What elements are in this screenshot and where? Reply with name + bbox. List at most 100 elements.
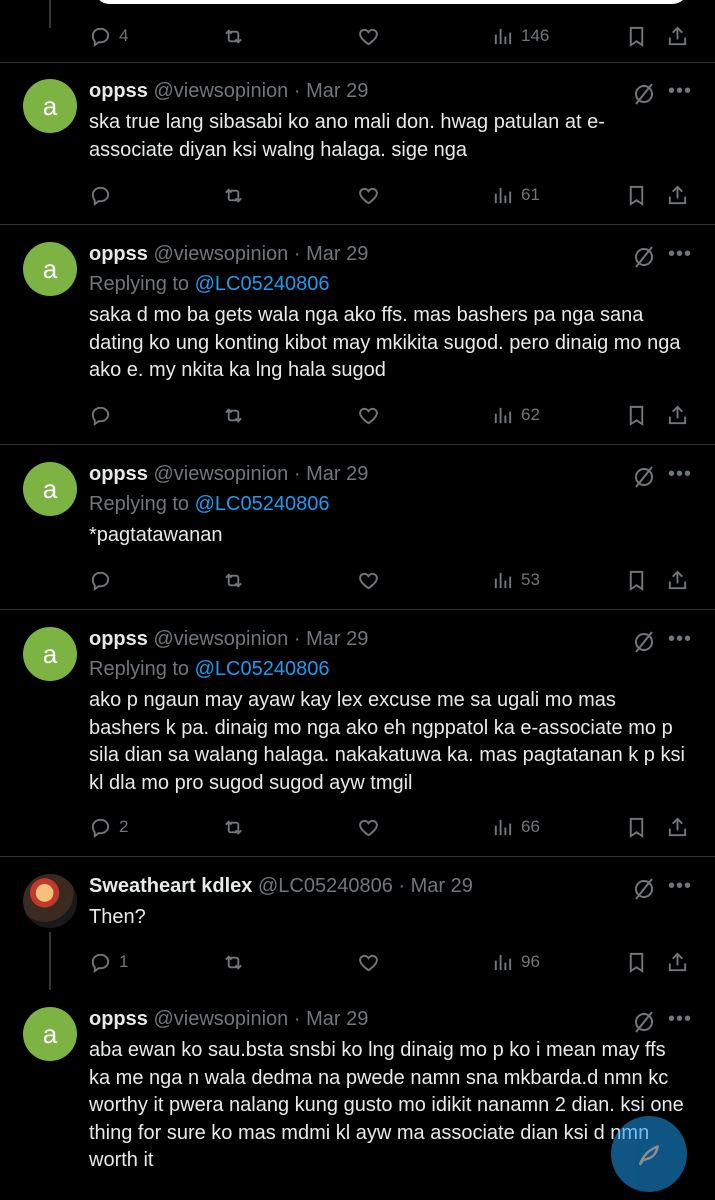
views-button[interactable]: 146 bbox=[491, 21, 549, 51]
replying-to-link[interactable]: @LC05240806 bbox=[195, 658, 330, 680]
share-icon bbox=[668, 952, 687, 971]
share-button[interactable] bbox=[666, 565, 689, 595]
tweet-header: oppss @viewsopinion · Mar 29 bbox=[89, 243, 368, 266]
bookmark-button[interactable] bbox=[625, 180, 648, 210]
reply-icon bbox=[91, 406, 110, 426]
repost-icon bbox=[225, 407, 242, 423]
tweet-date[interactable]: · Mar 29 bbox=[294, 243, 368, 265]
author-name[interactable]: Sweatheart kdlex bbox=[89, 875, 252, 897]
more-options-icon[interactable]: ••• bbox=[668, 463, 692, 486]
views-count: 61 bbox=[521, 185, 540, 204]
bookmark-button[interactable] bbox=[625, 400, 648, 430]
tweet-actions: 1 96 bbox=[0, 947, 715, 977]
tweet-actions-top: 4 146 bbox=[0, 21, 715, 51]
replying-to: Replying to @LC05240806 bbox=[89, 658, 329, 681]
views-button[interactable]: 96 bbox=[491, 947, 540, 977]
tweet-date[interactable]: · Mar 29 bbox=[294, 1008, 368, 1030]
grok-icon[interactable] bbox=[632, 465, 656, 489]
views-button[interactable]: 53 bbox=[491, 565, 540, 595]
bookmark-button[interactable] bbox=[625, 21, 648, 51]
views-button[interactable]: 61 bbox=[491, 180, 540, 210]
tweet-actions: 53 bbox=[0, 565, 715, 595]
tweet-date[interactable]: · Mar 29 bbox=[294, 463, 368, 485]
author-name[interactable]: oppss bbox=[89, 80, 148, 102]
avatar[interactable]: a bbox=[23, 79, 77, 133]
more-options-icon[interactable]: ••• bbox=[668, 243, 692, 266]
grok-icon[interactable] bbox=[632, 82, 656, 106]
bookmark-button[interactable] bbox=[625, 565, 648, 595]
author-handle[interactable]: @viewsopinion bbox=[153, 463, 288, 485]
tweet-header: oppss @viewsopinion · Mar 29 bbox=[89, 1008, 368, 1031]
bookmark-button[interactable] bbox=[625, 947, 648, 977]
quoted-media-card[interactable] bbox=[95, 0, 687, 4]
share-icon bbox=[668, 817, 687, 836]
views-icon bbox=[494, 572, 512, 588]
author-handle[interactable]: @LC05240806 bbox=[258, 875, 393, 897]
like-button[interactable] bbox=[357, 947, 380, 977]
repost-button[interactable] bbox=[222, 565, 245, 595]
avatar[interactable]: a bbox=[23, 242, 77, 296]
avatar[interactable]: a bbox=[23, 462, 77, 516]
more-options-icon[interactable]: ••• bbox=[668, 628, 692, 651]
replying-to-link[interactable]: @LC05240806 bbox=[195, 273, 330, 295]
more-options-icon[interactable]: ••• bbox=[668, 80, 692, 103]
views-button[interactable]: 66 bbox=[491, 812, 540, 842]
tweet-date[interactable]: · Mar 29 bbox=[294, 80, 368, 102]
views-icon bbox=[494, 954, 512, 970]
views-button[interactable]: 62 bbox=[491, 400, 540, 430]
replying-label: Replying to bbox=[89, 273, 190, 295]
reply-button[interactable]: 1 bbox=[89, 947, 128, 977]
author-name[interactable]: oppss bbox=[89, 243, 148, 265]
repost-button[interactable] bbox=[222, 947, 245, 977]
avatar[interactable]: a bbox=[23, 627, 77, 681]
reply-count: 4 bbox=[119, 26, 129, 45]
divider bbox=[0, 609, 715, 610]
grok-icon[interactable] bbox=[632, 877, 656, 901]
like-button[interactable] bbox=[357, 180, 380, 210]
more-options-icon[interactable]: ••• bbox=[668, 1008, 692, 1031]
share-button[interactable] bbox=[666, 400, 689, 430]
reply-button[interactable] bbox=[89, 565, 112, 595]
tweet-date[interactable]: · Mar 29 bbox=[398, 875, 472, 897]
grok-icon[interactable] bbox=[632, 245, 656, 269]
share-button[interactable] bbox=[666, 21, 689, 51]
more-options-icon[interactable]: ••• bbox=[668, 875, 692, 898]
repost-button[interactable] bbox=[222, 400, 245, 430]
views-count: 62 bbox=[521, 405, 540, 424]
author-name[interactable]: oppss bbox=[89, 628, 148, 650]
replying-to-link[interactable]: @LC05240806 bbox=[195, 493, 330, 515]
avatar-photo[interactable] bbox=[23, 874, 77, 928]
author-handle[interactable]: @viewsopinion bbox=[153, 1008, 288, 1030]
heart-icon bbox=[359, 572, 378, 589]
like-button[interactable] bbox=[357, 21, 380, 51]
reply-icon bbox=[91, 27, 110, 47]
like-button[interactable] bbox=[357, 812, 380, 842]
author-name[interactable]: oppss bbox=[89, 1008, 148, 1030]
share-button[interactable] bbox=[666, 180, 689, 210]
author-handle[interactable]: @viewsopinion bbox=[153, 628, 288, 650]
repost-button[interactable] bbox=[222, 812, 245, 842]
bookmark-icon bbox=[629, 185, 644, 206]
tweet-date[interactable]: · Mar 29 bbox=[294, 628, 368, 650]
reply-button[interactable] bbox=[89, 180, 112, 210]
compose-button[interactable] bbox=[611, 1116, 687, 1192]
like-button[interactable] bbox=[357, 565, 380, 595]
author-name[interactable]: oppss bbox=[89, 463, 148, 485]
like-button[interactable] bbox=[357, 400, 380, 430]
author-handle[interactable]: @viewsopinion bbox=[153, 80, 288, 102]
grok-icon[interactable] bbox=[632, 630, 656, 654]
reply-button[interactable]: 4 bbox=[89, 21, 128, 51]
repost-icon bbox=[225, 819, 242, 835]
repost-button[interactable] bbox=[222, 21, 245, 51]
share-button[interactable] bbox=[666, 812, 689, 842]
repost-button[interactable] bbox=[222, 180, 245, 210]
author-handle[interactable]: @viewsopinion bbox=[153, 243, 288, 265]
heart-icon bbox=[359, 28, 378, 45]
bookmark-button[interactable] bbox=[625, 812, 648, 842]
grok-icon[interactable] bbox=[632, 1010, 656, 1034]
share-button[interactable] bbox=[666, 947, 689, 977]
reply-button[interactable] bbox=[89, 400, 112, 430]
share-icon bbox=[668, 405, 687, 424]
reply-button[interactable]: 2 bbox=[89, 812, 128, 842]
avatar[interactable]: a bbox=[23, 1007, 77, 1061]
